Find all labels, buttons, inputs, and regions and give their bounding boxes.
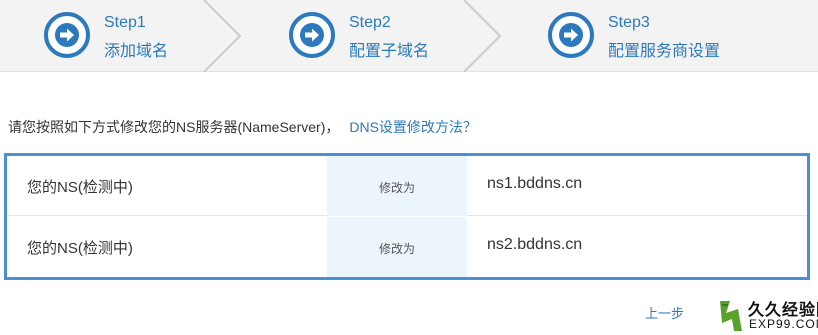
step-1-subtitle: 添加域名 [104,43,169,60]
step-3-subtitle: 配置服务商设置 [608,43,721,60]
table-row: 您的NS(检测中) 修改为 ns2.bddns.cn [7,217,807,277]
step-2-subtitle: 配置子域名 [349,43,430,60]
instruction-text: 请您按照如下方式修改您的NS服务器(NameServer)， [8,119,340,135]
step-2-title: Step2 [349,14,391,31]
prev-step-link[interactable]: 上一步 [645,303,684,322]
chevron-right-icon [463,0,502,72]
ns-current-label: 您的NS(检测中) [27,179,133,196]
table-row: 您的NS(检测中) 修改为 ns1.bddns.cn [7,156,807,216]
watermark-logo-icon [716,295,746,335]
ns-value: ns2.bddns.cn [487,236,583,253]
ns-value: ns1.bddns.cn [487,175,583,192]
ns-table: 您的NS(检测中) 修改为 ns1.bddns.cn 您的NS(检测中) 修改为… [4,153,810,280]
arrow-right-icon [289,12,335,58]
step-1-title: Step1 [104,14,146,31]
ns-action-label: 修改为 [378,242,415,256]
ns-action-label: 修改为 [378,181,415,195]
ns-action-cell: 修改为 [327,156,467,216]
chevron-right-icon [203,0,242,72]
ns-action-cell: 修改为 [327,217,467,277]
watermark: 久久经验网 EXP99.COM [716,295,818,335]
watermark-line2: EXP99.COM [749,317,818,331]
ns-current-label: 您的NS(检测中) [27,240,133,257]
arrow-right-icon [548,12,594,58]
step-3-title: Step3 [608,14,650,31]
arrow-right-icon [44,12,90,58]
instruction: 请您按照如下方式修改您的NS服务器(NameServer)， DNS设置修改方法？ [8,117,477,137]
steps-bar: Step1 添加域名 Step2 配置子域名 Step3 配置服务商设置 [0,0,818,72]
dns-help-link[interactable]: DNS设置修改方法？ [349,119,477,135]
